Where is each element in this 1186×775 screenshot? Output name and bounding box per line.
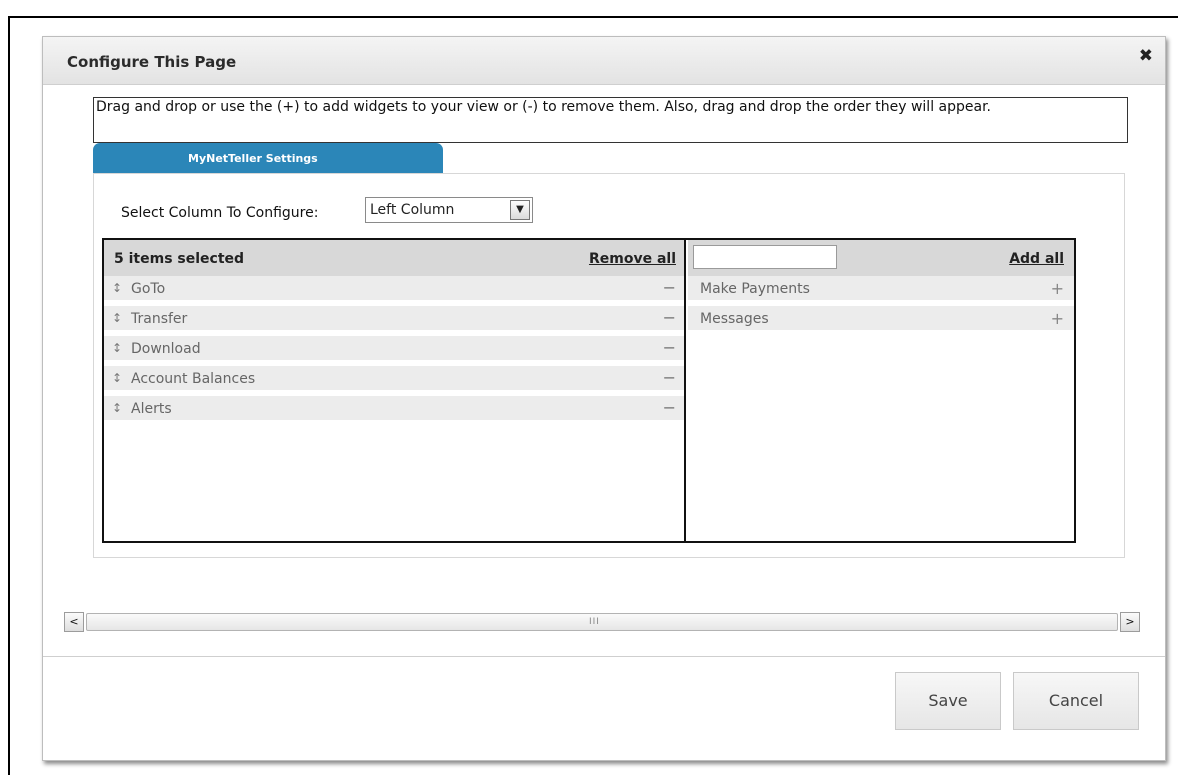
frame-top-border (8, 16, 1178, 18)
scroll-thumb[interactable]: III (86, 613, 1118, 631)
selected-count: 5 items selected (114, 251, 245, 267)
tab-label: MyNetTeller Settings (188, 152, 318, 165)
chevron-down-icon[interactable]: ▼ (510, 200, 530, 220)
item-label: Messages (700, 311, 769, 327)
close-icon[interactable]: ✖ (1139, 46, 1153, 66)
instructions-text: Drag and drop or use the (+) to add widg… (93, 97, 1128, 143)
grip-icon: III (589, 617, 600, 627)
add-icon[interactable]: + (1051, 279, 1064, 298)
scroll-left-icon[interactable]: < (64, 612, 84, 632)
column-select-value: Left Column (370, 202, 455, 218)
drag-handle-icon[interactable]: ↕ (112, 401, 122, 415)
add-all-link[interactable]: Add all (1009, 251, 1064, 267)
remove-icon[interactable]: − (663, 368, 676, 387)
footer-divider (43, 656, 1165, 657)
dialog-title: Configure This Page (67, 53, 237, 71)
item-label: GoTo (131, 281, 166, 297)
list-item[interactable]: ↕ Account Balances − (104, 366, 684, 393)
dialog-header: Configure This Page ✖ (43, 37, 1165, 85)
remove-icon[interactable]: − (663, 278, 676, 297)
tab-mynetteller-settings[interactable]: MyNetTeller Settings (93, 143, 443, 173)
drag-handle-icon[interactable]: ↕ (112, 341, 122, 355)
list-item[interactable]: ↕ Alerts − (104, 396, 684, 423)
list-item[interactable]: Messages + (688, 306, 1074, 333)
add-icon[interactable]: + (1051, 309, 1064, 328)
list-item[interactable]: ↕ Transfer − (104, 306, 684, 333)
column-select-label: Select Column To Configure: (121, 205, 319, 221)
filter-input[interactable] (693, 245, 837, 269)
drag-handle-icon[interactable]: ↕ (112, 311, 122, 325)
list-item[interactable]: Make Payments + (688, 276, 1074, 303)
remove-all-link[interactable]: Remove all (589, 251, 676, 267)
frame-left-border (8, 16, 10, 775)
remove-icon[interactable]: − (663, 398, 676, 417)
available-widgets-column: Add all Make Payments + Messages + (688, 240, 1074, 541)
cancel-button[interactable]: Cancel (1013, 672, 1139, 730)
item-label: Make Payments (700, 281, 810, 297)
remove-icon[interactable]: − (663, 338, 676, 357)
item-label: Download (131, 341, 201, 357)
selected-list-header: 5 items selected Remove all (104, 240, 684, 276)
horizontal-scrollbar[interactable]: < III > (64, 612, 1140, 632)
scroll-right-icon[interactable]: > (1120, 612, 1140, 632)
item-label: Alerts (131, 401, 172, 417)
drag-handle-icon[interactable]: ↕ (112, 371, 122, 385)
remove-icon[interactable]: − (663, 308, 676, 327)
list-item[interactable]: ↕ GoTo − (104, 276, 684, 303)
column-select[interactable]: Left Column ▼ (365, 197, 533, 223)
item-label: Account Balances (131, 371, 256, 387)
item-label: Transfer (131, 311, 188, 327)
widget-lists: 5 items selected Remove all ↕ GoTo − ↕ T… (102, 238, 1076, 543)
configure-dialog: Configure This Page ✖ Drag and drop or u… (42, 36, 1166, 761)
available-list-header: Add all (688, 240, 1074, 276)
drag-handle-icon[interactable]: ↕ (112, 281, 122, 295)
save-button[interactable]: Save (895, 672, 1001, 730)
selected-widgets-column: 5 items selected Remove all ↕ GoTo − ↕ T… (104, 240, 686, 541)
list-item[interactable]: ↕ Download − (104, 336, 684, 363)
